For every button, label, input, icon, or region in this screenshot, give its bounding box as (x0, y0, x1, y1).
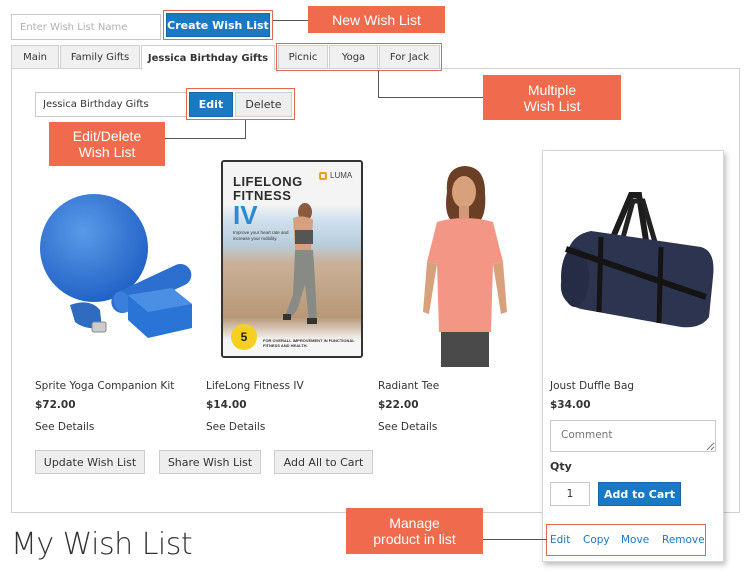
face (452, 176, 476, 208)
add-all-to-cart-button[interactable]: Add All to Cart (274, 450, 373, 474)
remove-item-link[interactable]: Remove (662, 534, 705, 546)
edit-wish-list-button[interactable]: Edit (189, 92, 233, 117)
product-price: $14.00 (206, 399, 247, 411)
dvd-footer: FOR OVERALL IMPROVEMENT IN FUNCTIONAL FI… (263, 338, 355, 348)
annotation-line: Edit/Delete (72, 128, 142, 144)
see-details-link[interactable]: See Details (35, 421, 94, 433)
annotation-line: Wish List (523, 97, 581, 114)
product-price: $22.00 (378, 399, 419, 411)
tab-jessica-birthday-gifts[interactable]: Jessica Birthday Gifts (141, 45, 275, 70)
multiple-tabs-highlight (276, 43, 442, 71)
create-wish-list-button[interactable]: Create Wish List (166, 13, 270, 37)
product-name[interactable]: Radiant Tee (378, 380, 439, 392)
page-title: My Wish List (11, 527, 193, 562)
radiant-tee-image[interactable] (415, 162, 515, 367)
dvd-badge: 5 (231, 324, 257, 350)
add-to-cart-button[interactable]: Add to Cart (598, 482, 681, 506)
multiple-connector-vertical (378, 71, 379, 98)
edit-delete-connector-vertical (245, 120, 246, 139)
luma-logo-icon (319, 172, 327, 180)
product-name[interactable]: LifeLong Fitness IV (206, 380, 304, 392)
product-name[interactable]: Joust Duffle Bag (550, 380, 634, 392)
dvd-title-line1: LIFELONG (233, 174, 303, 189)
new-wish-list-connector (273, 20, 308, 21)
wish-list-name-input[interactable] (11, 14, 161, 40)
edit-delete-connector-horizontal (165, 138, 246, 139)
pink-tee (427, 218, 503, 332)
share-wish-list-button[interactable]: Share Wish List (159, 450, 261, 474)
edit-item-link[interactable]: Edit (550, 534, 570, 546)
manage-product-annotation: Manage product in list (346, 508, 483, 554)
qty-input[interactable] (550, 482, 590, 506)
dvd-brand: LUMA (330, 171, 353, 180)
see-details-link[interactable]: See Details (378, 421, 437, 433)
qty-label: Qty (550, 460, 572, 473)
tab-family-gifts[interactable]: Family Gifts (60, 45, 140, 69)
runner-figure (283, 203, 317, 324)
dvd-title-line3: IV (233, 200, 258, 230)
annotation-line: Wish List (78, 144, 136, 160)
update-wish-list-button[interactable]: Update Wish List (35, 450, 145, 474)
multiple-connector-horizontal (378, 97, 483, 98)
see-details-link[interactable]: See Details (206, 421, 265, 433)
annotation-line: Multiple (527, 81, 577, 98)
tab-main[interactable]: Main (11, 45, 59, 69)
fitness-dvd-image[interactable]: LIFELONG FITNESS IV LUMA Improve your he… (221, 160, 363, 358)
multiple-wish-list-annotation: Multiple Wish List (483, 75, 621, 120)
duffle-bag-image[interactable] (551, 187, 721, 337)
new-wish-list-annotation: New Wish List (308, 6, 445, 33)
move-item-link[interactable]: Move (621, 534, 649, 546)
product-price: $72.00 (35, 399, 76, 411)
wish-list-rename-input[interactable] (35, 92, 187, 117)
product-price: $34.00 (550, 399, 591, 411)
yoga-kit-image[interactable] (30, 180, 200, 340)
edit-delete-annotation: Edit/Delete Wish List (49, 122, 165, 166)
annotation-line: Manage (389, 515, 440, 531)
annotation-line: product in list (373, 531, 456, 547)
pants (441, 332, 489, 367)
manage-connector (483, 539, 547, 540)
copy-item-link[interactable]: Copy (583, 534, 610, 546)
delete-wish-list-button[interactable]: Delete (235, 92, 292, 117)
comment-textarea[interactable] (550, 420, 716, 452)
product-name[interactable]: Sprite Yoga Companion Kit (35, 380, 174, 392)
product-hover-card: Joust Duffle Bag $34.00 Qty Add to Cart … (542, 150, 724, 562)
